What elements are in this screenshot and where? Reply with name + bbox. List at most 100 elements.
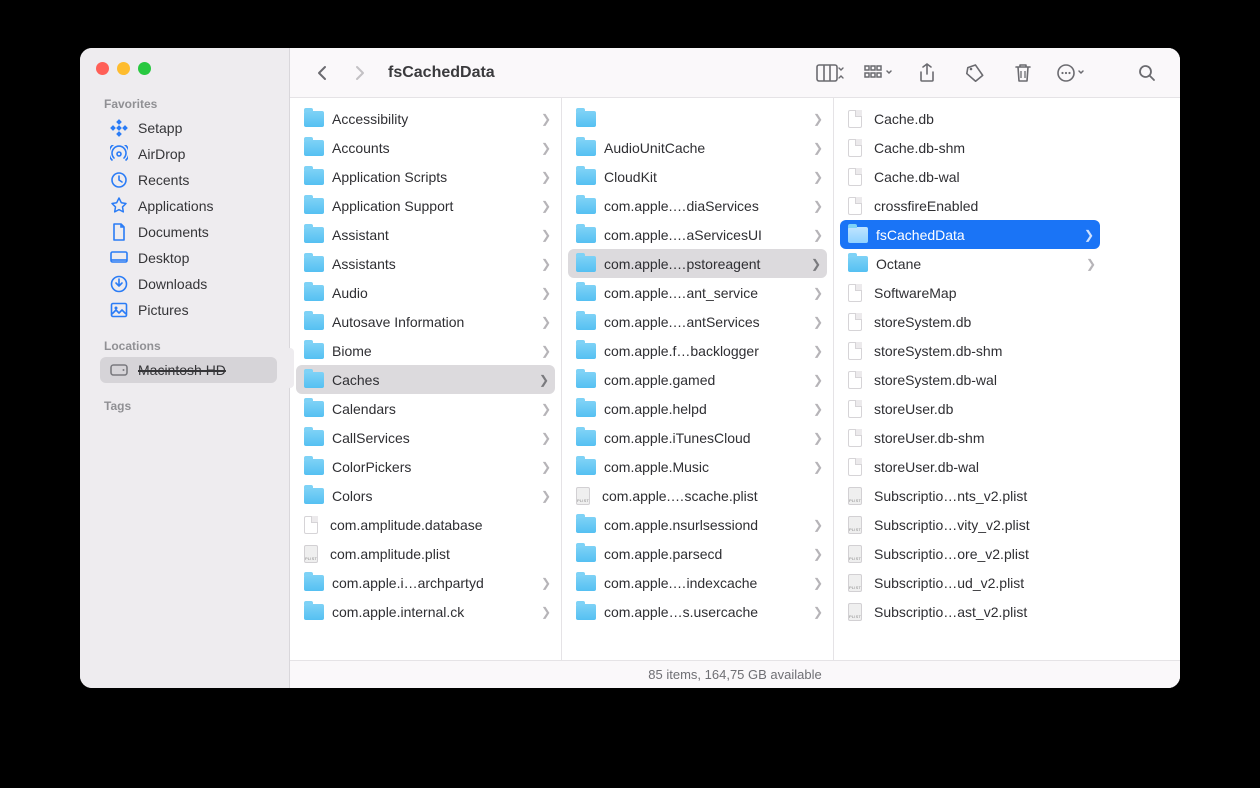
minimize-window-button[interactable] [117,62,130,75]
trash-button[interactable] [1008,59,1038,87]
plist-file-icon [848,545,862,563]
file-row[interactable]: Subscriptio…ore_v2.plist [834,539,1106,568]
file-row[interactable]: storeUser.db-shm [834,423,1106,452]
folder-row[interactable]: Colors❯ [290,481,561,510]
fullscreen-window-button[interactable] [138,62,151,75]
sidebar-item-disk[interactable]: Macintosh HD [100,357,277,383]
pictures-icon [110,301,128,319]
file-row[interactable]: Subscriptio…nts_v2.plist [834,481,1106,510]
item-name: com.apple.…ant_service [604,285,805,301]
folder-row[interactable]: com.apple.…antServices❯ [562,307,833,336]
folder-row[interactable]: ColorPickers❯ [290,452,561,481]
search-button[interactable] [1132,59,1162,87]
folder-row[interactable]: ❯ [562,104,833,133]
folder-row[interactable]: com.apple.iTunesCloud❯ [562,423,833,452]
file-row[interactable]: crossfireEnabled [834,191,1106,220]
file-icon [848,139,862,157]
sidebar-item-documents[interactable]: Documents [100,219,277,245]
folder-row[interactable]: Biome❯ [290,336,561,365]
folder-row[interactable]: com.apple.helpd❯ [562,394,833,423]
file-row[interactable]: storeUser.db-wal [834,452,1106,481]
chevron-right-icon: ❯ [813,431,823,445]
chevron-right-icon: ❯ [813,518,823,532]
plist-file-icon [848,603,862,621]
folder-row[interactable]: Assistants❯ [290,249,561,278]
item-name: storeSystem.db-wal [874,372,1078,388]
folder-row[interactable]: com.apple.…diaServices❯ [562,191,833,220]
folder-row[interactable]: Calendars❯ [290,394,561,423]
folder-row[interactable]: Assistant❯ [290,220,561,249]
share-button[interactable] [912,59,942,87]
item-name: storeUser.db-shm [874,430,1078,446]
folder-row[interactable]: Accessibility❯ [290,104,561,133]
folder-row[interactable]: Application Scripts❯ [290,162,561,191]
folder-row[interactable]: Autosave Information❯ [290,307,561,336]
folder-icon [304,604,324,620]
group-by-button[interactable] [864,59,894,87]
tags-button[interactable] [960,59,990,87]
item-name: fsCachedData [876,227,1076,243]
file-row[interactable]: storeSystem.db-wal [834,365,1106,394]
folder-row[interactable]: CloudKit❯ [562,162,833,191]
folder-row[interactable]: com.apple.…indexcache❯ [562,568,833,597]
item-name: Caches [332,372,531,388]
sidebar-item-recents[interactable]: Recents [100,167,277,193]
file-row[interactable]: Subscriptio…ud_v2.plist [834,568,1106,597]
folder-row[interactable]: com.apple.parsecd❯ [562,539,833,568]
sidebar-item-applications[interactable]: Applications [100,193,277,219]
folder-row[interactable]: Caches❯ [296,365,555,394]
folder-row[interactable]: Application Support❯ [290,191,561,220]
chevron-right-icon: ❯ [813,199,823,213]
status-bar: 85 items, 164,75 GB available [290,660,1180,688]
file-row[interactable]: storeSystem.db [834,307,1106,336]
sidebar-item-pictures[interactable]: Pictures [100,297,277,323]
chevron-right-icon: ❯ [813,460,823,474]
folder-icon [576,604,596,620]
folder-row[interactable]: com.apple.gamed❯ [562,365,833,394]
finder-window: Favorites SetappAirDropRecentsApplicatio… [80,48,1180,688]
file-row[interactable]: com.amplitude.plist [290,539,561,568]
item-name: com.apple.i…archpartyd [332,575,533,591]
close-window-button[interactable] [96,62,109,75]
folder-row[interactable]: com.apple.internal.ck❯ [290,597,561,626]
file-row[interactable]: Cache.db-shm [834,133,1106,162]
file-row[interactable]: SoftwareMap [834,278,1106,307]
sidebar-item-airdrop[interactable]: AirDrop [100,141,277,167]
folder-icon [576,111,596,127]
folder-row[interactable]: com.apple.Music❯ [562,452,833,481]
chevron-right-icon: ❯ [541,489,551,503]
folder-row[interactable]: com.apple.…aServicesUI❯ [562,220,833,249]
documents-icon [110,223,128,241]
file-row[interactable]: storeSystem.db-shm [834,336,1106,365]
sidebar-item-downloads[interactable]: Downloads [100,271,277,297]
file-row[interactable]: Subscriptio…ast_v2.plist [834,597,1106,626]
folder-row[interactable]: AudioUnitCache❯ [562,133,833,162]
file-row[interactable]: Cache.db-wal [834,162,1106,191]
sidebar-item-setapp[interactable]: Setapp [100,115,277,141]
folder-row[interactable]: Audio❯ [290,278,561,307]
file-row[interactable]: com.apple.…scache.plist [562,481,833,510]
folder-row[interactable]: com.apple.…pstoreagent❯ [568,249,827,278]
folder-row[interactable]: com.apple.…ant_service❯ [562,278,833,307]
folder-row[interactable]: Octane❯ [834,249,1106,278]
file-row[interactable]: com.amplitude.database [290,510,561,539]
file-row[interactable]: Subscriptio…vity_v2.plist [834,510,1106,539]
folder-row[interactable]: com.apple.i…archpartyd❯ [290,568,561,597]
folder-row[interactable]: fsCachedData❯ [840,220,1100,249]
back-button[interactable] [308,59,338,87]
sidebar-item-desktop[interactable]: Desktop [100,245,277,271]
folder-icon [304,256,324,272]
file-row[interactable]: Cache.db [834,104,1106,133]
file-row[interactable]: storeUser.db [834,394,1106,423]
folder-icon [304,285,324,301]
item-name: storeSystem.db [874,314,1078,330]
item-name: com.amplitude.database [330,517,533,533]
view-columns-button[interactable] [816,59,846,87]
folder-row[interactable]: com.apple…s.usercache❯ [562,597,833,626]
folder-row[interactable]: Accounts❯ [290,133,561,162]
folder-row[interactable]: com.apple.f…backlogger❯ [562,336,833,365]
forward-button[interactable] [344,59,374,87]
folder-row[interactable]: CallServices❯ [290,423,561,452]
more-actions-button[interactable] [1056,59,1086,87]
folder-row[interactable]: com.apple.nsurlsessiond❯ [562,510,833,539]
